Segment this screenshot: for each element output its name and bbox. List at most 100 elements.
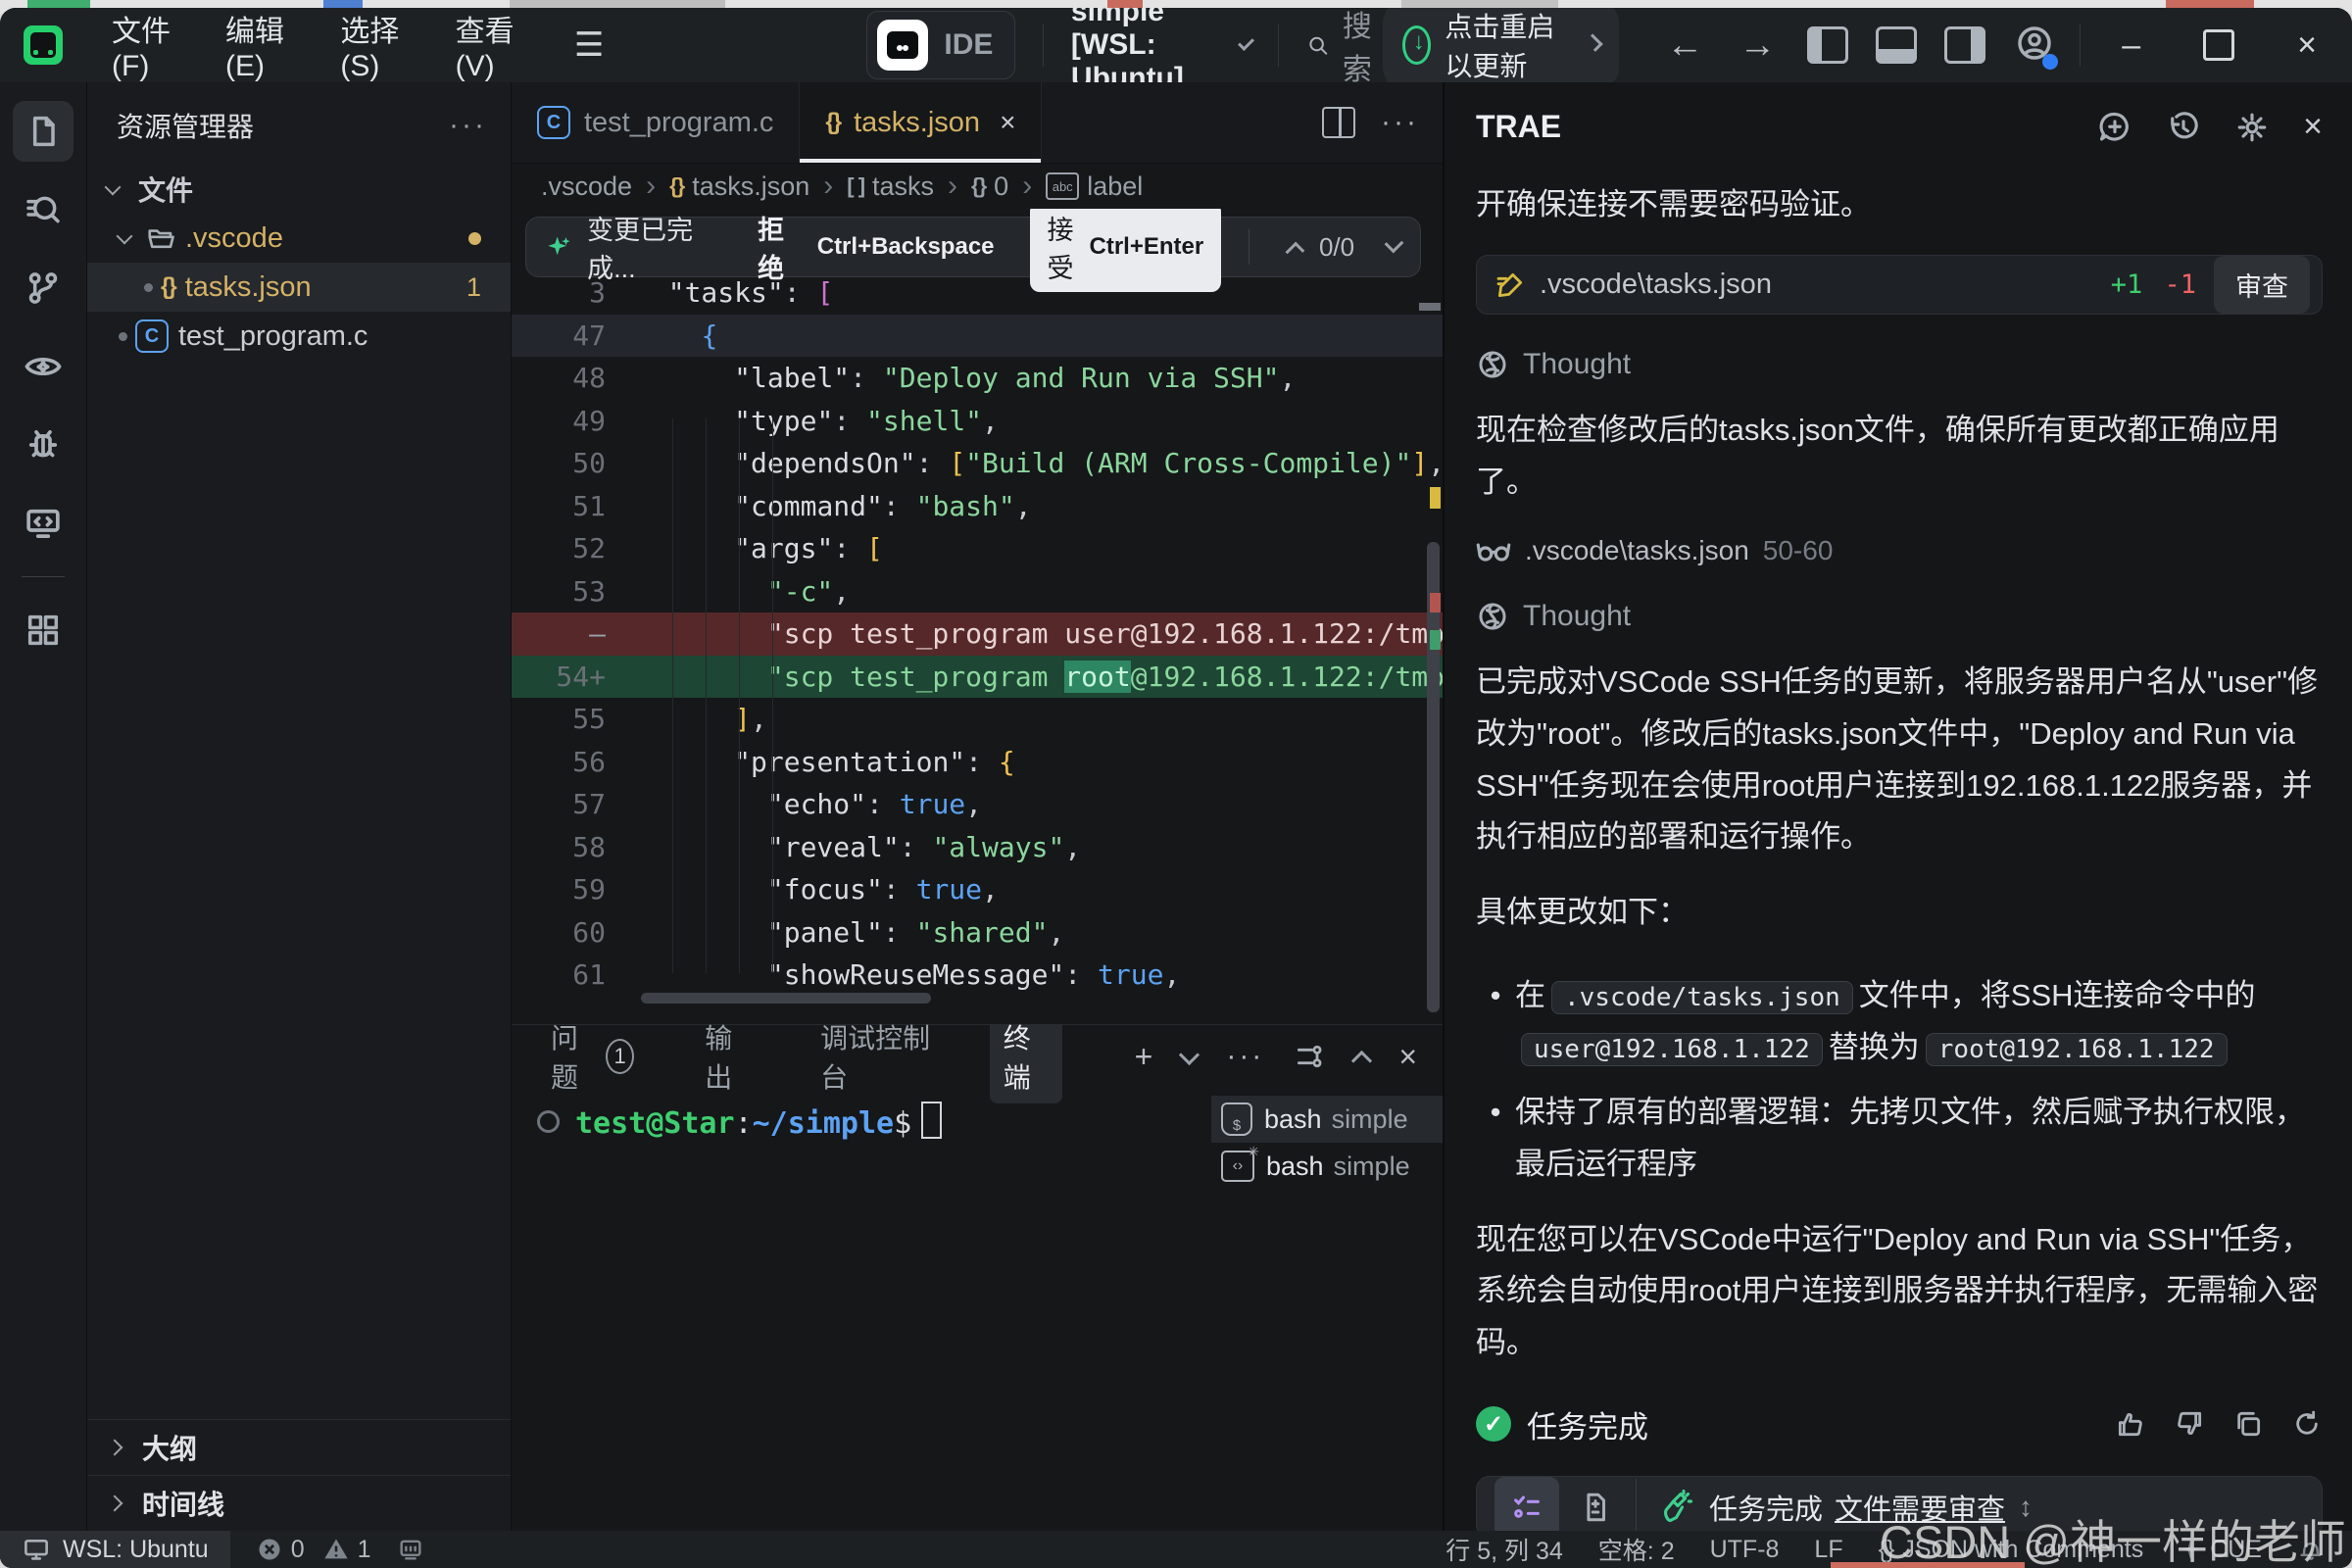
activity-search[interactable] — [13, 179, 74, 240]
crumb-tasks-json[interactable]: tasks.json — [692, 172, 809, 202]
menu-view[interactable]: 查看(V) — [434, 8, 549, 83]
code-line[interactable]: — "scp test_program user@192.168.1.122:/… — [512, 612, 1443, 656]
activity-explorer[interactable] — [13, 101, 74, 162]
prev-change-icon[interactable] — [1286, 241, 1305, 261]
diff-file-icon[interactable] — [1579, 1491, 1612, 1524]
activity-extensions[interactable] — [13, 600, 74, 661]
crumb-tasks[interactable]: tasks — [872, 172, 934, 202]
panel-more-icon[interactable]: ··· — [1226, 1040, 1264, 1073]
regenerate-icon[interactable] — [2291, 1408, 2323, 1440]
menu-file[interactable]: 文件(F) — [90, 8, 204, 83]
terminal-list-item[interactable]: ‹›bashsimple — [1211, 1143, 1443, 1190]
problems-status[interactable]: 0 1 — [256, 1536, 371, 1564]
tab-test-program[interactable]: C test_program.c — [512, 82, 800, 163]
ports-status[interactable] — [397, 1536, 424, 1563]
changed-file-card[interactable]: .vscode\tasks.json +1 -1 审查 — [1476, 255, 2323, 315]
menu-selection[interactable]: 选择(S) — [318, 8, 433, 83]
split-editor-icon[interactable] — [1322, 107, 1355, 138]
thought-row[interactable]: Thought — [1476, 348, 2323, 381]
toggle-left-sidebar-button[interactable] — [1807, 26, 1848, 64]
close-panel-icon[interactable]: × — [2303, 108, 2323, 146]
eol[interactable]: LF — [1814, 1536, 1842, 1564]
nav-back-button[interactable]: ← — [1648, 24, 1721, 67]
accept-button[interactable]: 接受 Ctrl+Enter — [1030, 209, 1222, 292]
terminal-tabs-icon[interactable] — [1294, 1041, 1325, 1072]
maximize-panel-icon[interactable] — [1351, 1050, 1372, 1070]
reject-button[interactable]: 拒绝 — [758, 209, 802, 285]
code-line[interactable]: 50 "dependsOn": ["Build (ARM Cross-Compi… — [512, 442, 1443, 485]
new-terminal-icon[interactable]: + — [1135, 1039, 1153, 1075]
vertical-scrollbar[interactable] — [1427, 542, 1440, 1012]
restart-update-button[interactable]: 点击重启以更新 — [1383, 8, 1620, 92]
section-files[interactable]: 文件 — [87, 165, 511, 214]
account-button[interactable] — [2015, 24, 2054, 68]
editor-more-icon[interactable]: ··· — [1381, 106, 1419, 139]
code-line[interactable]: 51 "command": "bash", — [512, 485, 1443, 528]
code-line[interactable]: 54+ "scp test_program root@192.168.1.122… — [512, 656, 1443, 699]
copy-icon[interactable] — [2232, 1408, 2264, 1440]
gear-icon[interactable] — [2234, 110, 2270, 145]
terminal-list-item[interactable]: $bashsimple — [1211, 1096, 1443, 1143]
review-button[interactable]: 审查 — [2214, 256, 2310, 314]
thumbs-up-icon[interactable] — [2115, 1408, 2146, 1440]
more-menus-icon[interactable]: ☰ — [549, 25, 631, 65]
activity-remote[interactable] — [13, 493, 74, 554]
activity-preview[interactable] — [13, 336, 74, 397]
activity-source-control[interactable] — [13, 258, 74, 318]
file-test-program[interactable]: C test_program.c — [87, 312, 511, 361]
code-line[interactable]: 56 "presentation": { — [512, 741, 1443, 784]
section-outline[interactable]: 大纲 — [87, 1419, 511, 1475]
thumbs-down-icon[interactable] — [2174, 1408, 2205, 1440]
horizontal-scrollbar[interactable] — [641, 993, 931, 1004]
history-icon[interactable] — [2166, 110, 2201, 145]
list-item: •在.vscode/tasks.json文件中，将SSH连接命令中的user@1… — [1476, 970, 2323, 1073]
tab-tasks-json[interactable]: {} tasks.json × — [800, 82, 1042, 163]
window-close-button[interactable]: × — [2266, 26, 2348, 65]
code-line[interactable]: 49 "type": "shell", — [512, 400, 1443, 443]
remote-indicator[interactable]: WSL: Ubuntu — [0, 1531, 230, 1568]
activity-debug[interactable] — [13, 415, 74, 475]
code-line[interactable]: 47 { — [512, 315, 1443, 358]
thought-row[interactable]: Thought — [1476, 600, 2323, 633]
ide-badge[interactable]: IDE — [866, 11, 1015, 79]
code-line[interactable]: 60 "panel": "shared", — [512, 911, 1443, 955]
chevron-down-icon — [1238, 33, 1254, 50]
code-line[interactable]: 53 "-c", — [512, 570, 1443, 613]
global-search[interactable]: 搜索 — [1306, 8, 1383, 88]
menu-edit[interactable]: 编辑(E) — [204, 8, 318, 83]
crumb-separator: › — [646, 170, 656, 203]
tab-close-icon[interactable]: × — [1000, 107, 1015, 138]
terminal[interactable]: test@Star:~/simple$ — [512, 1088, 1211, 1531]
crumb-label[interactable]: label — [1087, 172, 1143, 202]
code-line[interactable]: 48 "label": "Deploy and Run via SSH", — [512, 357, 1443, 400]
next-change-icon[interactable] — [1385, 233, 1404, 253]
window-minimize-button[interactable]: – — [2090, 26, 2172, 65]
nav-forward-button[interactable]: → — [1721, 24, 1793, 67]
code-line[interactable]: 52 "args": [ — [512, 527, 1443, 570]
terminal-workspace: simple — [1334, 1152, 1410, 1182]
terminal-dropdown-icon[interactable] — [1179, 1044, 1200, 1064]
explorer-more-icon[interactable]: ··· — [449, 109, 487, 142]
cursor-position[interactable]: 行 5, 列 34 — [1446, 1532, 1563, 1567]
read-file-row[interactable]: .vscode\tasks.json 50-60 — [1476, 535, 2323, 566]
code-line[interactable]: 57 "echo": true, — [512, 783, 1443, 826]
window-maximize-button[interactable] — [2203, 29, 2234, 61]
folder-vscode[interactable]: .vscode — [87, 214, 511, 263]
crumb-vscode[interactable]: .vscode — [541, 172, 632, 202]
code-line[interactable]: 59 "focus": true, — [512, 868, 1443, 911]
code-editor[interactable]: 变更已完成... 拒绝 Ctrl+Backspace 接受 Ctrl+Enter… — [512, 209, 1443, 1024]
section-timeline[interactable]: 时间线 — [87, 1475, 511, 1531]
crumb-0[interactable]: 0 — [994, 172, 1008, 202]
new-chat-icon[interactable] — [2097, 110, 2132, 145]
indentation[interactable]: 空格: 2 — [1598, 1532, 1675, 1567]
tab-bar: C test_program.c {} tasks.json × ··· — [512, 82, 1443, 164]
close-panel-icon[interactable]: × — [1398, 1039, 1417, 1075]
toggle-bottom-panel-button[interactable] — [1876, 26, 1917, 64]
code-line[interactable]: 61 "showReuseMessage": true, — [512, 954, 1443, 997]
file-tasks-json[interactable]: {} tasks.json 1 — [87, 263, 511, 312]
toggle-right-sidebar-button[interactable] — [1944, 26, 1985, 64]
code-line[interactable]: 58 "reveal": "always", — [512, 826, 1443, 869]
code-line[interactable]: 55 ], — [512, 698, 1443, 741]
todo-list-button[interactable] — [1494, 1477, 1559, 1531]
encoding[interactable]: UTF-8 — [1710, 1536, 1780, 1564]
